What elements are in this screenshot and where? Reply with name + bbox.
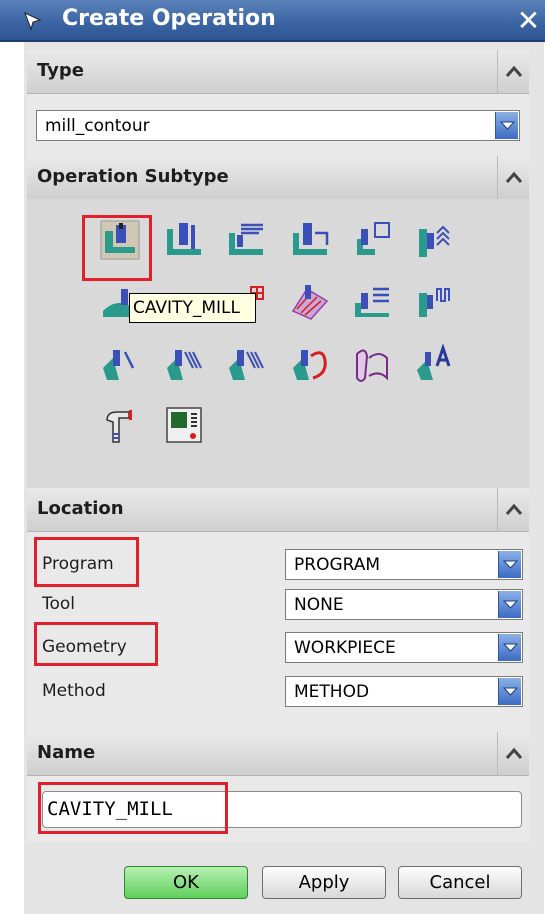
geometry-dropdown-value: WORKPIECE — [294, 638, 396, 658]
type-section-header[interactable]: Type — [27, 50, 529, 94]
contour-area-non-steep-icon[interactable] — [351, 281, 393, 323]
zlevel-corner-icon[interactable] — [413, 219, 455, 261]
cursor-arrow-icon — [24, 12, 42, 31]
type-section-body: mill_contour — [27, 94, 529, 156]
flowcut-single-icon[interactable] — [99, 344, 141, 386]
geometry-dropdown[interactable]: WORKPIECE — [285, 632, 523, 663]
method-label: Method — [42, 681, 106, 701]
streamline-icon[interactable] — [289, 281, 331, 323]
program-highlight — [34, 537, 139, 587]
cancel-button[interactable]: Cancel — [398, 866, 522, 899]
tool-dropdown[interactable]: NONE — [285, 589, 523, 620]
location-section-header[interactable]: Location — [27, 488, 529, 532]
method-dropdown-value: METHOD — [294, 682, 370, 702]
solid-profile-3d-icon[interactable] — [351, 344, 393, 386]
program-dropdown[interactable]: PROGRAM — [285, 549, 523, 580]
program-dropdown-value: PROGRAM — [294, 555, 381, 575]
flowcut-ref-tool-icon[interactable] — [225, 344, 267, 386]
dropdown-arrow-icon[interactable] — [495, 112, 518, 139]
dropdown-arrow-icon[interactable] — [498, 678, 521, 705]
window-title: Create Operation — [62, 6, 276, 31]
collapse-chevron-icon[interactable] — [497, 156, 529, 200]
dropdown-arrow-icon[interactable] — [498, 551, 521, 578]
collapse-chevron-icon[interactable] — [497, 732, 529, 776]
type-dropdown[interactable]: mill_contour — [36, 110, 520, 141]
close-button[interactable]: ✕ — [512, 4, 545, 38]
type-section-title: Type — [37, 60, 84, 81]
close-icon: ✕ — [516, 4, 541, 37]
dropdown-arrow-icon[interactable] — [498, 634, 521, 661]
geometry-highlight — [34, 622, 158, 666]
subtype-section-header[interactable]: Operation Subtype — [27, 156, 529, 200]
ok-button[interactable]: OK — [124, 866, 248, 899]
subtype-section-title: Operation Subtype — [37, 166, 229, 187]
tool-dropdown-value: NONE — [294, 595, 344, 615]
collapse-chevron-icon[interactable] — [497, 488, 529, 532]
corner-rough-icon[interactable] — [225, 219, 267, 261]
rest-milling-icon[interactable] — [289, 219, 331, 261]
type-dropdown-value: mill_contour — [45, 116, 150, 136]
dropdown-arrow-icon[interactable] — [498, 591, 521, 618]
name-highlight — [38, 782, 228, 834]
collapse-chevron-icon[interactable] — [497, 50, 529, 94]
mill-control-icon[interactable] — [163, 404, 205, 446]
zlevel-profile-icon[interactable] — [351, 219, 393, 261]
title-bar: Create Operation ✕ — [0, 0, 545, 42]
apply-button[interactable]: Apply — [262, 866, 386, 899]
location-section-title: Location — [37, 498, 124, 519]
name-section-header[interactable]: Name — [27, 732, 529, 776]
selected-subtype-highlight — [82, 215, 152, 281]
mill-user-icon[interactable] — [99, 404, 141, 446]
subtype-tooltip: CAVITY_MILL — [129, 293, 256, 323]
plunge-milling-icon[interactable] — [163, 219, 205, 261]
name-section-title: Name — [37, 742, 96, 763]
contour-text-icon[interactable] — [413, 343, 455, 386]
method-dropdown[interactable]: METHOD — [285, 676, 523, 707]
flowcut-smooth-icon[interactable] — [289, 344, 331, 386]
flowcut-multiple-icon[interactable] — [163, 344, 205, 386]
contour-area-dir-steep-icon[interactable] — [413, 281, 455, 323]
tool-label: Tool — [42, 594, 76, 614]
